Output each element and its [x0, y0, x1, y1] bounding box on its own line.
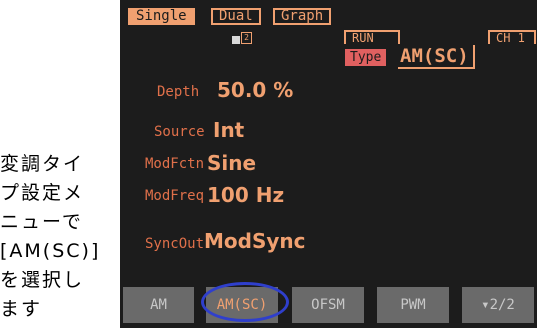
caption-line-4: [AM(SC)]	[0, 240, 101, 262]
caption-line-2: プ設定メ	[0, 182, 85, 204]
syncout-label: SyncOut	[145, 236, 205, 252]
instruction-caption: 変調タイ プ設定メ ニューで [AM(SC)] を選択し ます	[0, 150, 118, 324]
source-value[interactable]: Int	[213, 118, 244, 142]
instrument-screen: Single Dual Graph 2 RUN CH 1 Type AM(SC)…	[120, 0, 537, 328]
modfctn-value[interactable]: Sine	[207, 151, 256, 175]
channel-indicator: CH 1	[488, 30, 536, 44]
tab-graph[interactable]: Graph	[273, 8, 332, 25]
softkey-pwm[interactable]: PWM	[377, 287, 449, 323]
channel-mini-indicator: 2	[232, 32, 252, 44]
softkey-page[interactable]: ▾2/2	[462, 287, 534, 323]
softkey-am[interactable]: AM	[123, 287, 194, 323]
syncout-value[interactable]: ModSync	[204, 229, 306, 253]
caption-line-3: ニューで	[0, 211, 83, 233]
source-label: Source	[154, 124, 205, 140]
mini-index: 2	[241, 32, 252, 44]
type-label: Type	[345, 49, 387, 66]
caption-line-5: を選択し	[0, 269, 85, 291]
softkey-ofsm[interactable]: OFSM	[292, 287, 364, 323]
caption-line-1: 変調タイ	[0, 153, 85, 175]
depth-value[interactable]: 50.0 %	[217, 78, 293, 102]
tab-single[interactable]: Single	[128, 8, 195, 25]
type-value: AM(SC)	[398, 45, 475, 69]
softkey-bar: AM AM(SC) OFSM PWM ▾2/2	[120, 282, 537, 328]
depth-label: Depth	[157, 84, 200, 100]
modfreq-value[interactable]: 100 Hz	[207, 183, 284, 207]
run-status: RUN	[344, 30, 400, 44]
modfctn-label: ModFctn	[145, 156, 205, 172]
mini-block-icon	[232, 36, 240, 44]
modfreq-label: ModFreq	[145, 188, 205, 204]
tab-dual[interactable]: Dual	[211, 8, 261, 25]
caption-line-6: ます	[0, 298, 43, 320]
selection-highlight-ring	[201, 282, 289, 322]
